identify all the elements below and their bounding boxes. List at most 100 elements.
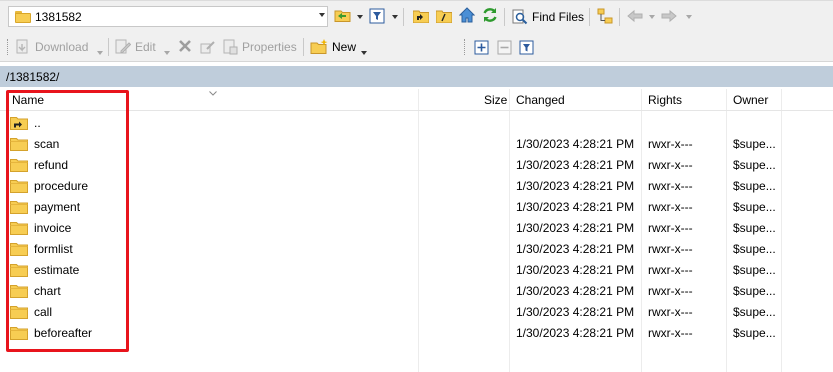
- properties-button[interactable]: Properties: [222, 39, 297, 55]
- file-row[interactable]: chart 1/30/2023 4:28:21 PM rwxr-x--- $supe.…: [0, 280, 833, 301]
- file-changed: 1/30/2023 4:28:21 PM: [516, 199, 635, 214]
- file-changed: 1/30/2023 4:28:21 PM: [516, 325, 635, 340]
- edit-icon: [115, 39, 131, 54]
- file-row[interactable]: scan 1/30/2023 4:28:21 PM rwxr-x--- $supe..…: [0, 133, 833, 154]
- forward-icon[interactable]: [660, 7, 678, 25]
- parent-directory-icon[interactable]: [412, 7, 430, 25]
- file-changed: 1/30/2023 4:28:21 PM: [516, 136, 635, 151]
- file-rights: rwxr-x---: [648, 136, 693, 151]
- action-toolbar: Download Edit Properties New: [0, 31, 833, 62]
- select-files-icon[interactable]: [472, 38, 490, 56]
- folder-icon: [10, 137, 28, 151]
- folder-icon: [10, 263, 28, 277]
- toolbar-separator: [589, 8, 590, 26]
- edit-label: Edit: [135, 40, 156, 54]
- file-row[interactable]: formlist 1/30/2023 4:28:21 PM rwxr-x--- $su…: [0, 238, 833, 259]
- toolbar-grip: [7, 39, 9, 55]
- sort-indicator-icon: [209, 91, 217, 96]
- file-changed: 1/30/2023 4:28:21 PM: [516, 241, 635, 256]
- column-header-changed[interactable]: Changed: [516, 89, 565, 111]
- filter-icon[interactable]: [368, 7, 386, 25]
- file-name-cell: chart: [10, 280, 61, 301]
- back-dropdown-icon[interactable]: [649, 15, 655, 19]
- remote-path-combobox[interactable]: 1381582: [8, 6, 328, 27]
- refresh-icon[interactable]: [481, 6, 499, 24]
- column-header-rights[interactable]: Rights: [648, 89, 682, 111]
- open-directory-dropdown-icon[interactable]: [357, 15, 363, 19]
- file-name-cell: estimate: [10, 259, 79, 280]
- file-row[interactable]: payment 1/30/2023 4:28:21 PM rwxr-x--- $sup…: [0, 196, 833, 217]
- file-owner: $supe...: [733, 241, 776, 256]
- file-row[interactable]: refund 1/30/2023 4:28:21 PM rwxr-x--- $supe…: [0, 154, 833, 175]
- download-icon: [16, 39, 28, 54]
- file-row[interactable]: beforeafter 1/30/2023 4:28:21 PM rwxr-x---…: [0, 322, 833, 343]
- filter-files-icon[interactable]: [517, 38, 535, 56]
- navigation-toolbar: 1381582 Find Files: [0, 0, 833, 31]
- file-name: refund: [34, 157, 69, 172]
- file-owner: $supe...: [733, 199, 776, 214]
- toolbar-separator: [303, 38, 304, 56]
- toolbar-separator: [619, 8, 620, 26]
- file-name-cell: invoice: [10, 217, 71, 238]
- find-files-button[interactable]: Find Files: [512, 9, 584, 25]
- column-header-size[interactable]: Size: [484, 89, 507, 111]
- file-name-cell: refund: [10, 154, 68, 175]
- current-path: /1381582/: [6, 69, 60, 84]
- file-name: formlist: [34, 241, 73, 256]
- file-row[interactable]: ..: [0, 112, 833, 133]
- file-changed: 1/30/2023 4:28:21 PM: [516, 283, 635, 298]
- file-owner: $supe...: [733, 304, 776, 319]
- open-directory-icon[interactable]: [334, 7, 352, 25]
- file-name: beforeafter: [34, 325, 93, 340]
- root-directory-icon[interactable]: [435, 7, 453, 25]
- file-rights: rwxr-x---: [648, 283, 693, 298]
- file-row[interactable]: invoice 1/30/2023 4:28:21 PM rwxr-x--- $sup…: [0, 217, 833, 238]
- download-dropdown-icon[interactable]: [97, 51, 103, 55]
- forward-dropdown-icon[interactable]: [686, 15, 692, 19]
- file-row[interactable]: estimate 1/30/2023 4:28:21 PM rwxr-x--- $su…: [0, 259, 833, 280]
- home-icon[interactable]: [458, 6, 476, 24]
- folder-icon: [10, 242, 28, 256]
- file-list[interactable]: Name Size Changed Rights Owner .. scan 1/3…: [0, 89, 833, 372]
- file-rights: rwxr-x---: [648, 241, 693, 256]
- file-owner: $supe...: [733, 283, 776, 298]
- file-changed: 1/30/2023 4:28:21 PM: [516, 157, 635, 172]
- file-changed: 1/30/2023 4:28:21 PM: [516, 304, 635, 319]
- file-name: procedure: [34, 178, 89, 193]
- download-button[interactable]: Download: [15, 39, 88, 55]
- file-owner: $supe...: [733, 325, 776, 340]
- filter-dropdown-icon[interactable]: [392, 15, 398, 19]
- file-owner: $supe...: [733, 262, 776, 277]
- file-row[interactable]: procedure 1/30/2023 4:28:21 PM rwxr-x--- $s…: [0, 175, 833, 196]
- edit-button[interactable]: Edit: [115, 39, 156, 55]
- new-label: New: [332, 40, 357, 54]
- file-row[interactable]: call 1/30/2023 4:28:21 PM rwxr-x--- $supe..…: [0, 301, 833, 322]
- file-name: chart: [34, 283, 61, 298]
- file-name-cell: ..: [10, 112, 41, 133]
- file-rights: rwxr-x---: [648, 157, 693, 172]
- column-header-name[interactable]: Name: [12, 89, 44, 111]
- properties-icon: [223, 39, 238, 55]
- rename-icon[interactable]: [199, 37, 217, 55]
- folder-icon: [15, 10, 31, 23]
- unselect-files-icon[interactable]: [495, 38, 513, 56]
- edit-dropdown-icon[interactable]: [164, 51, 170, 55]
- column-header-owner[interactable]: Owner: [733, 89, 768, 111]
- file-name: estimate: [34, 262, 80, 277]
- find-files-icon: [512, 9, 528, 25]
- file-rights: rwxr-x---: [648, 220, 693, 235]
- toolbar-grip: [464, 39, 466, 55]
- folder-icon: [10, 284, 28, 298]
- folder-icon: [10, 158, 28, 172]
- file-rights: rwxr-x---: [648, 304, 693, 319]
- file-rights: rwxr-x---: [648, 199, 693, 214]
- new-button[interactable]: New: [310, 39, 356, 55]
- directory-tree-icon[interactable]: [596, 7, 614, 25]
- folder-icon: [10, 305, 28, 319]
- chevron-down-icon[interactable]: [319, 13, 325, 17]
- back-icon[interactable]: [626, 7, 644, 25]
- delete-icon[interactable]: [176, 37, 194, 55]
- folder-icon: [10, 326, 28, 340]
- new-dropdown-icon[interactable]: [361, 51, 367, 55]
- file-name: invoice: [34, 220, 72, 235]
